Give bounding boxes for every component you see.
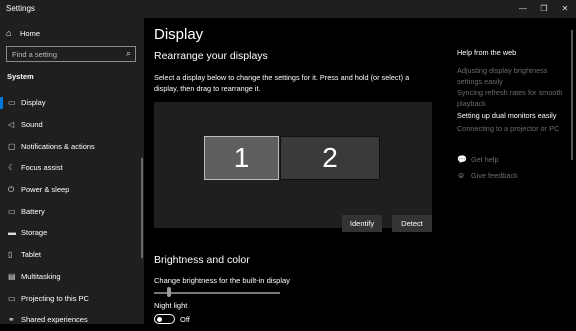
sidebar-item-tablet[interactable]: ▯ Tablet xyxy=(0,244,144,266)
sidebar-item-label: Multitasking xyxy=(21,271,61,281)
search-icon[interactable]: ⌕ xyxy=(126,48,131,59)
give-feedback-label: Give feedback xyxy=(471,171,518,180)
nav-list: ▭ Display ◁ Sound ▢ Notifications & actions ☾ F… xyxy=(0,92,144,331)
help-title: Help from the web xyxy=(457,48,517,57)
sidebar: ⌂ Home ⌕ System ▭ Display ◁ Sound ▢ Notificat… xyxy=(0,18,144,324)
home-icon: ⌂ xyxy=(6,28,12,38)
chat-icon: 💬 xyxy=(457,155,467,164)
night-light-label: Night light xyxy=(154,301,188,310)
rearrange-description: Select a display below to change the set… xyxy=(154,73,410,93)
help-link-refresh[interactable]: Syncing refresh rates for smooth playbac… xyxy=(457,88,569,109)
app-title: Settings xyxy=(6,4,35,13)
sidebar-item-label: Tablet xyxy=(21,250,42,260)
identify-button[interactable]: Identify xyxy=(342,215,382,232)
notification-icon: ▢ xyxy=(8,141,16,151)
brightness-label: Change brightness for the built-in displ… xyxy=(154,276,290,285)
sidebar-item-projecting-to-this-pc[interactable]: ▭ Projecting to this PC xyxy=(0,287,144,309)
sidebar-item-power-sleep[interactable]: ⏻ Power & sleep xyxy=(0,179,144,201)
give-feedback-link[interactable]: ☺ Give feedback xyxy=(457,171,518,180)
rearrange-heading: Rearrange your displays xyxy=(154,50,268,62)
page-scrollbar[interactable] xyxy=(571,30,573,160)
sidebar-item-label: Notifications & actions xyxy=(21,141,95,151)
sidebar-item-label: Power & sleep xyxy=(21,185,70,195)
minimize-button[interactable]: — xyxy=(516,3,530,15)
moon-icon: ☾ xyxy=(8,163,16,173)
night-light-toggle[interactable] xyxy=(154,314,175,324)
sidebar-item-label: Display xyxy=(21,98,46,108)
projecting-icon: ▭ xyxy=(8,293,16,303)
sidebar-item-storage[interactable]: ▬ Storage xyxy=(0,222,144,244)
sidebar-item-label: Sound xyxy=(21,120,43,130)
monitor-icon: ▭ xyxy=(8,98,16,108)
sidebar-item-shared-experiences[interactable]: ⚭ Shared experiences xyxy=(0,309,144,331)
storage-icon: ▬ xyxy=(8,228,16,238)
search-input[interactable] xyxy=(12,49,112,59)
sidebar-item-label: Focus assist xyxy=(21,163,63,173)
shared-icon: ⚭ xyxy=(8,315,15,325)
power-icon: ⏻ xyxy=(8,184,15,194)
speaker-icon: ◁ xyxy=(8,120,15,130)
feedback-icon: ☺ xyxy=(457,171,466,180)
sidebar-item-label: Battery xyxy=(21,206,45,216)
section-title: System xyxy=(7,72,34,81)
display-2[interactable]: 2 xyxy=(280,136,380,180)
sidebar-item-label: Shared experiences xyxy=(21,315,88,325)
brightness-slider-thumb[interactable] xyxy=(167,287,171,297)
toggle-knob xyxy=(157,316,162,322)
brightness-slider[interactable] xyxy=(154,292,280,294)
sidebar-item-sound[interactable]: ◁ Sound xyxy=(0,114,144,136)
sidebar-item-label: Projecting to this PC xyxy=(21,293,89,303)
home-link[interactable]: ⌂ Home xyxy=(6,26,136,40)
multitasking-icon: ▤ xyxy=(8,271,16,281)
sidebar-item-notifications-actions[interactable]: ▢ Notifications & actions xyxy=(0,135,144,157)
help-link-dual-monitors[interactable]: Setting up dual monitors easily xyxy=(457,111,569,122)
sidebar-item-multitasking[interactable]: ▤ Multitasking xyxy=(0,266,144,288)
close-button[interactable]: ✕ xyxy=(558,3,572,15)
sidebar-item-label: Storage xyxy=(21,228,48,238)
battery-icon: ▭ xyxy=(8,206,16,216)
sidebar-item-focus-assist[interactable]: ☾ Focus assist xyxy=(0,157,144,179)
home-label: Home xyxy=(20,28,41,38)
get-help-label: Get help xyxy=(471,155,499,164)
display-1[interactable]: 1 xyxy=(204,136,279,180)
page-title: Display xyxy=(154,26,204,43)
get-help-link[interactable]: 💬 Get help xyxy=(457,155,499,164)
sidebar-scrollbar[interactable] xyxy=(141,158,143,258)
sidebar-item-display[interactable]: ▭ Display xyxy=(0,92,144,114)
detect-button[interactable]: Detect xyxy=(392,215,432,232)
help-link-projector[interactable]: Connecting to a projector or PC xyxy=(457,124,569,135)
restore-button[interactable]: ❐ xyxy=(537,3,551,15)
sidebar-item-battery[interactable]: ▭ Battery xyxy=(0,200,144,222)
help-link-brightness[interactable]: Adjusting display brightness settings ea… xyxy=(457,66,569,87)
display-arrangement-canvas[interactable]: 1 2 xyxy=(154,102,432,228)
title-bar: Settings — ❐ ✕ xyxy=(0,0,576,18)
search-box[interactable]: ⌕ xyxy=(6,46,136,62)
tablet-icon: ▯ xyxy=(8,250,13,260)
night-light-state: Off xyxy=(180,315,190,324)
brightness-heading: Brightness and color xyxy=(154,254,250,266)
